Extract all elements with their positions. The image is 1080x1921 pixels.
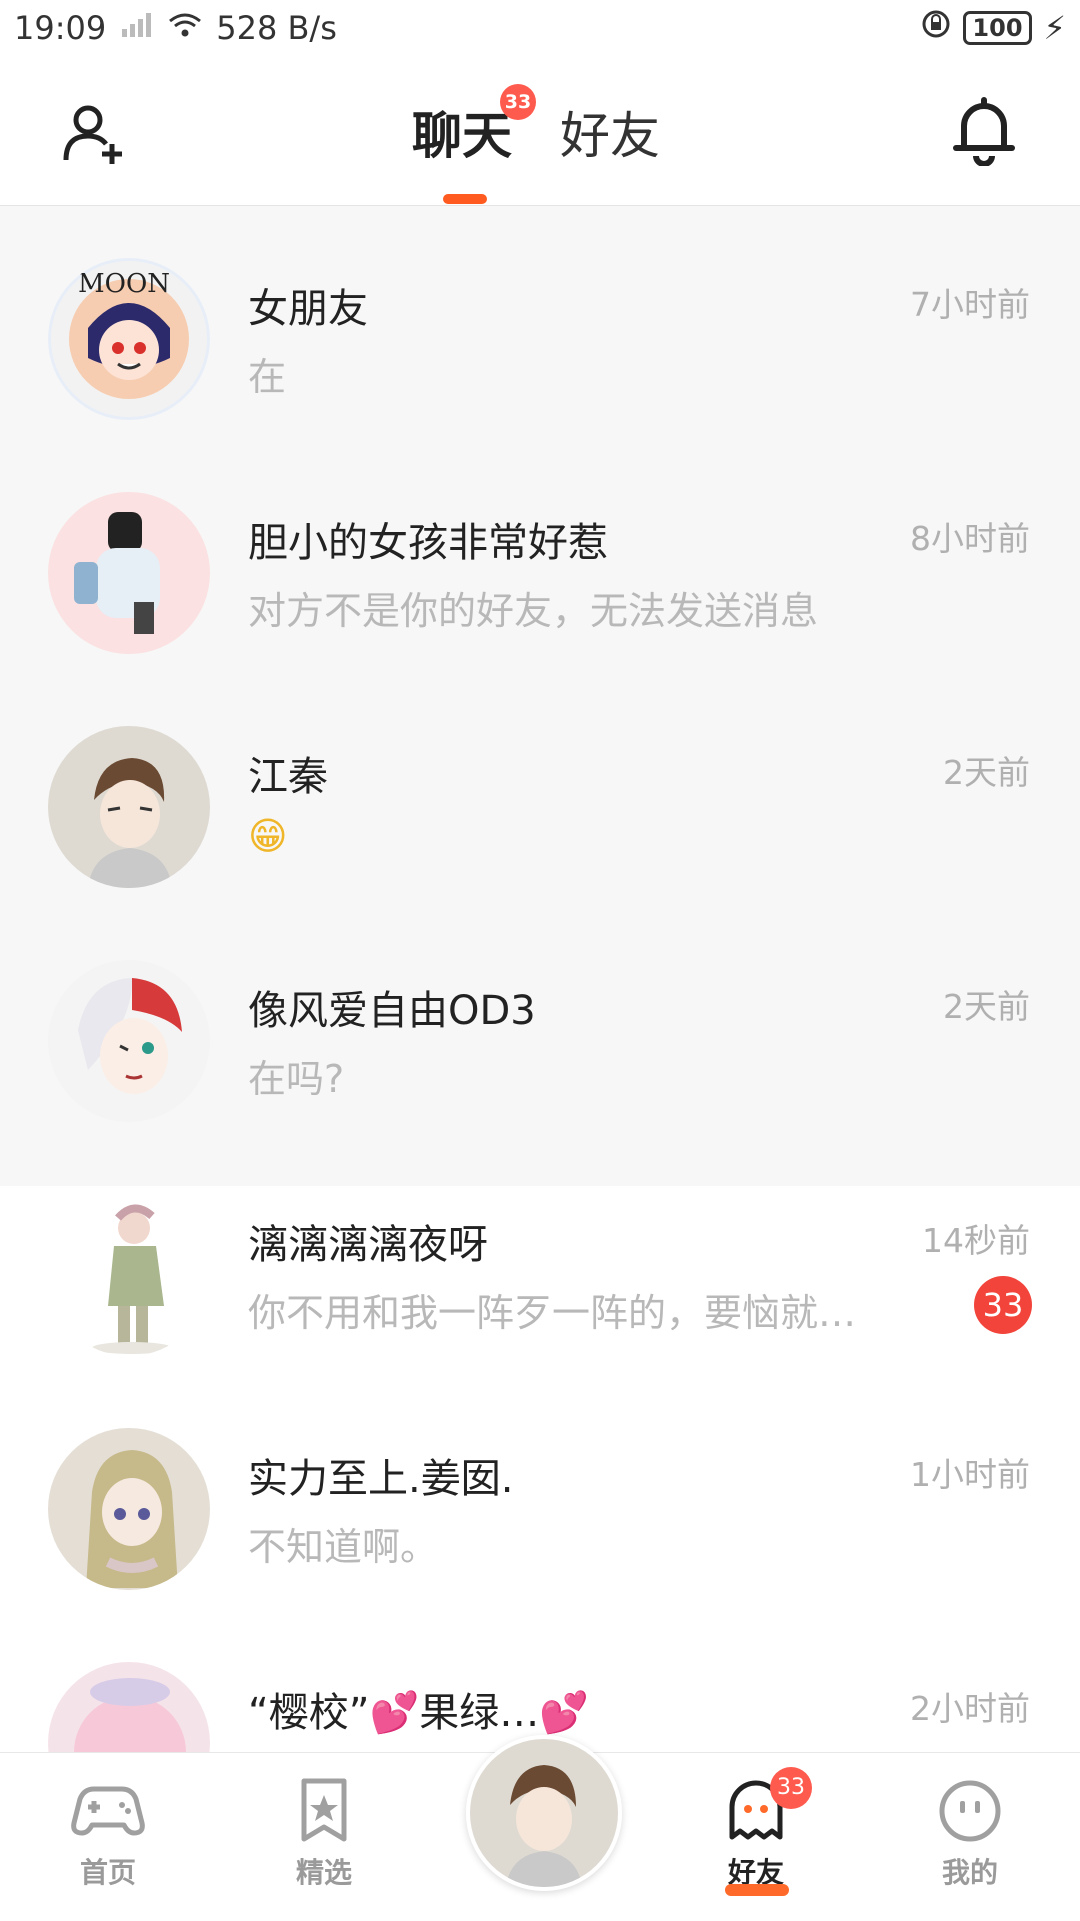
chat-time: 2天前 [943,987,1030,1026]
chat-name: “樱校”💕果绿…💕 [248,1690,590,1736]
chat-preview: 在吗? [248,1057,345,1101]
nav-featured[interactable]: 精选 [264,1775,384,1891]
center-profile-avatar-button[interactable] [466,1735,622,1891]
chat-name: 江秦 [248,754,328,800]
gamepad-icon [71,1786,145,1836]
add-friend-icon[interactable] [60,98,132,170]
chat-friend-tabs: 聊天 33 好友 [412,84,660,168]
status-time: 19:09 [14,9,107,47]
network-speed: 528 B/s [216,9,337,47]
chat-preview: 😁 [248,814,288,858]
avatar [48,1428,210,1590]
signal-icon [120,9,154,47]
charging-icon: ⚡ [1043,9,1066,47]
avatar [48,960,210,1122]
avatar: MOON [48,258,210,420]
smiley-icon [939,1780,1001,1842]
top-header: 聊天 33 好友 [0,56,1080,206]
rotation-lock-icon [921,9,951,47]
avatar [48,492,210,654]
active-nav-underline [725,1884,789,1896]
status-bar: 19:09 528 B/s 100 ⚡ [0,0,1080,56]
chat-preview: 在 [248,355,287,399]
unread-count-badge: 33 [974,1276,1032,1334]
chat-time: 7小时前 [910,285,1030,324]
bell-icon[interactable] [952,96,1016,167]
chat-time: 1小时前 [910,1455,1030,1494]
active-tab-indicator [443,194,487,204]
chat-preview: 你不用和我一阵歹一阵的，要恼就… [248,1291,857,1335]
svg-text:MOON: MOON [78,269,170,299]
star-bookmark-icon [301,1778,347,1842]
chat-time: 2天前 [943,753,1030,792]
chat-name: 漓漓漓漓夜呀 [248,1222,488,1268]
avatar [48,1194,210,1356]
chat-preview: 不知道啊。 [248,1525,439,1569]
chat-item[interactable]: 漓漓漓漓夜呀 14秒前 你不用和我一阵歹一阵的，要恼就… 33 [0,1152,1080,1386]
chat-name: 实力至上.姜囡. [248,1456,514,1502]
nav-home[interactable]: 首页 [48,1775,168,1891]
chat-item[interactable]: 实力至上.姜囡. 1小时前 不知道啊。 [0,1386,1080,1620]
friends-badge: 33 [770,1767,812,1809]
chat-name: 女朋友 [248,286,368,332]
chat-name: 像风爱自由OD3 [248,988,536,1034]
chat-time: 8小时前 [910,519,1030,558]
nav-featured-label: 精选 [295,1856,352,1889]
chat-item[interactable]: 江秦 2天前 😁 [0,684,1080,918]
chat-item[interactable]: MOON 女朋友 7小时前 在 [0,216,1080,450]
nav-home-label: 首页 [79,1856,136,1889]
avatar [48,726,210,888]
tab-friends[interactable]: 好友 [560,96,660,168]
chat-time: 2小时前 [910,1689,1030,1728]
chat-item[interactable]: 像风爱自由OD3 2天前 在吗? [0,918,1080,1152]
chat-time: 14秒前 [922,1221,1030,1260]
tab-chat[interactable]: 聊天 33 [412,84,536,168]
wifi-icon [168,9,202,47]
nav-me-label: 我的 [941,1856,998,1889]
nav-me[interactable]: 我的 [910,1775,1030,1891]
chat-preview: 对方不是你的好友，无法发送消息 [248,589,819,633]
chat-item[interactable]: 胆小的女孩非常好惹 8小时前 对方不是你的好友，无法发送消息 [0,450,1080,684]
chat-unread-badge: 33 [500,84,536,120]
bottom-navigation: 首页 精选 33 好友 我的 [0,1735,1080,1921]
chat-name: 胆小的女孩非常好惹 [248,520,608,566]
battery-indicator: 100 [963,11,1032,45]
nav-friends[interactable]: 33 好友 [696,1767,816,1891]
